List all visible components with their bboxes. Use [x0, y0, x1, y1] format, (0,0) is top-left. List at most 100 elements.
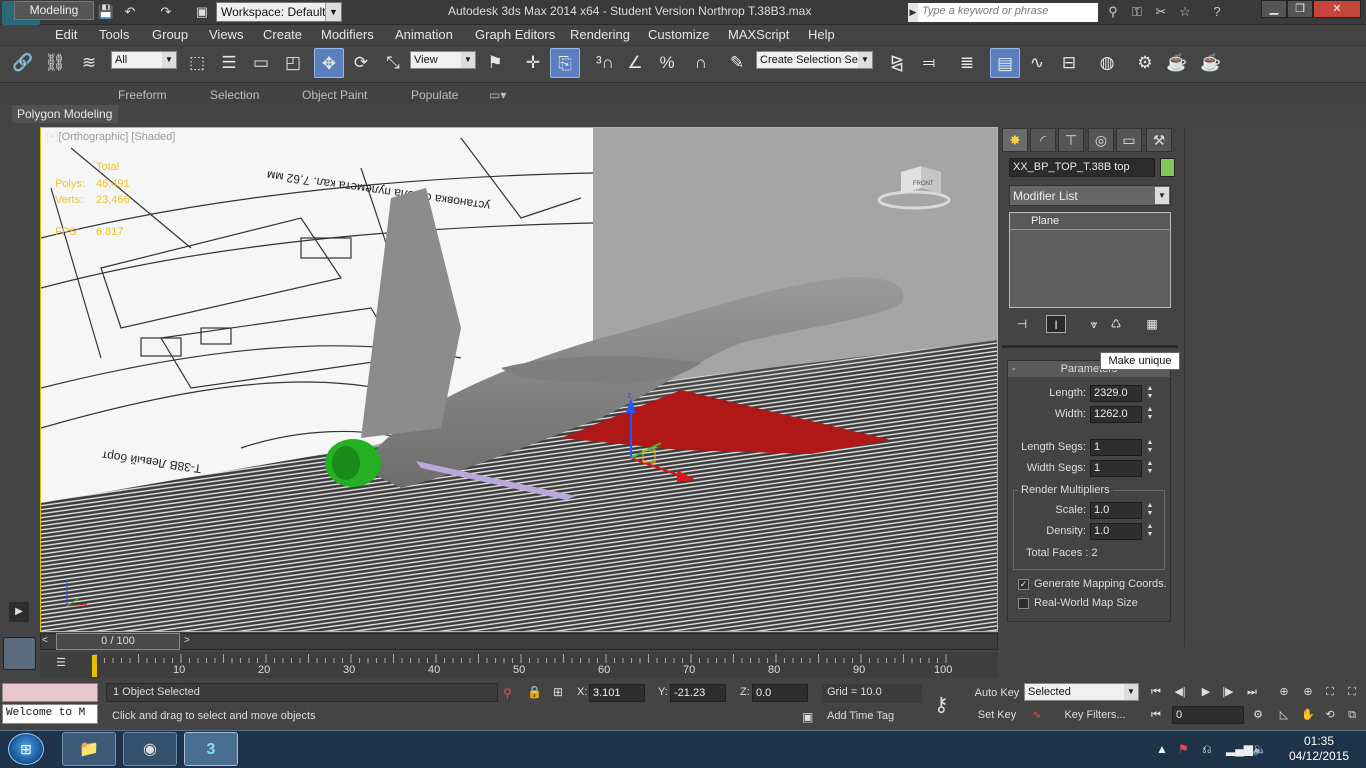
help-icon[interactable]: ?: [1206, 2, 1228, 22]
3ds-max-taskbar-icon[interactable]: 3: [184, 732, 238, 766]
utilities-tab-icon[interactable]: ⚒: [1146, 128, 1172, 152]
x-coordinate-field[interactable]: 3.101: [589, 684, 645, 702]
length-segs-spinner[interactable]: ▲ ▼: [1145, 439, 1155, 456]
menu-animation[interactable]: Animation: [395, 27, 453, 42]
snaps-toggle-icon[interactable]: ³∩: [590, 48, 620, 78]
pivot-center-icon[interactable]: ⚑: [480, 48, 510, 78]
mirror-icon[interactable]: ⧎: [882, 48, 912, 78]
next-frame-button-icon[interactable]: |▶: [1218, 683, 1238, 701]
zoom-extents-all-icon[interactable]: ⛶: [1342, 683, 1362, 701]
manipulate-icon[interactable]: ✛: [518, 48, 548, 78]
time-slider-thumb[interactable]: 0 / 100: [56, 633, 180, 650]
tab-freeform[interactable]: Freeform: [118, 88, 167, 102]
density-spinner[interactable]: ▲ ▼: [1145, 523, 1155, 540]
minimize-button[interactable]: ▁: [1261, 0, 1287, 18]
tab-object-paint[interactable]: Object Paint: [302, 88, 367, 102]
object-color-swatch[interactable]: [1160, 158, 1175, 177]
lock-selection-icon[interactable]: 🔒: [527, 685, 542, 699]
schematic-view-icon[interactable]: ⊟: [1054, 48, 1084, 78]
select-and-move-icon[interactable]: ✥: [314, 48, 344, 78]
time-tag-icon[interactable]: ▣: [802, 710, 813, 724]
menu-tools[interactable]: Tools: [99, 27, 129, 42]
bind-space-warp-icon[interactable]: ≋: [74, 48, 104, 78]
tools-icon[interactable]: ✂: [1150, 2, 1172, 22]
field-of-view-icon[interactable]: ◺: [1274, 706, 1294, 724]
zoom-extents-icon[interactable]: ⛶: [1320, 683, 1340, 701]
zoom-icon[interactable]: ⊕: [1274, 683, 1294, 701]
unlink-icon[interactable]: ⛓: [40, 48, 70, 78]
polygon-modeling-panel[interactable]: Polygon Modeling: [12, 105, 118, 123]
zoom-all-icon[interactable]: ⊕: [1298, 683, 1318, 701]
go-to-start-icon[interactable]: ⏮: [1146, 683, 1166, 701]
workspace-dropdown[interactable]: Workspace: Default ▼: [216, 2, 342, 22]
binoculars-icon[interactable]: ⚲: [1102, 2, 1124, 22]
make-unique-icon[interactable]: ⩔: [1084, 315, 1104, 333]
undo-icon[interactable]: ↶: [120, 3, 140, 21]
link-icon[interactable]: 🔗: [8, 48, 38, 78]
search-expand-icon[interactable]: ▶: [908, 3, 918, 22]
generate-mapping-checkbox[interactable]: ✓: [1018, 579, 1029, 590]
key-mode-toggle-icon[interactable]: ⏮: [1146, 706, 1166, 724]
modify-tab-icon[interactable]: ◜: [1030, 128, 1056, 152]
rectangular-selection-icon[interactable]: ▭: [246, 48, 276, 78]
key-icon[interactable]: ⚿: [1126, 2, 1148, 22]
volume-icon[interactable]: 🔈: [1252, 742, 1267, 756]
scale-spinner[interactable]: ▲ ▼: [1145, 502, 1155, 519]
percent-snap-icon[interactable]: %: [652, 48, 682, 78]
pin-stack-icon[interactable]: ⊣: [1012, 315, 1032, 333]
density-field[interactable]: 1.0: [1090, 523, 1142, 540]
orbit-icon[interactable]: ⟲: [1320, 706, 1340, 724]
signal-icon[interactable]: ▂▄▆: [1226, 742, 1253, 756]
maxscript-mini-listener[interactable]: [2, 683, 98, 702]
object-name-field[interactable]: XX_BP_TOP_T.38B top: [1009, 158, 1155, 177]
width-field[interactable]: 1262.0: [1090, 406, 1142, 423]
width-segs-spinner[interactable]: ▲ ▼: [1145, 460, 1155, 477]
tab-modeling[interactable]: Modeling: [14, 1, 94, 20]
modifier-list-dropdown[interactable]: Modifier List ▼: [1009, 185, 1171, 206]
menu-edit[interactable]: Edit: [55, 27, 77, 42]
next-frame-icon[interactable]: >: [184, 635, 190, 646]
select-and-rotate-icon[interactable]: ⟳: [346, 48, 376, 78]
named-selection-set-dropdown[interactable]: Create Selection Se ▼: [756, 51, 873, 69]
curve-editor-icon[interactable]: ∿: [1022, 48, 1052, 78]
create-tab-icon[interactable]: ✸: [1002, 128, 1028, 152]
network-icon[interactable]: ⎌: [1202, 742, 1212, 757]
go-to-end-icon[interactable]: ⏭: [1242, 683, 1262, 701]
menu-rendering[interactable]: Rendering: [570, 27, 630, 42]
z-coordinate-field[interactable]: 0.0: [752, 684, 808, 702]
redo-icon[interactable]: ↷: [156, 3, 176, 21]
maximize-viewport-icon[interactable]: ⧉: [1342, 706, 1362, 724]
spinner-snap-icon[interactable]: ∩: [686, 48, 716, 78]
width-spinner[interactable]: ▲ ▼: [1145, 406, 1155, 423]
prev-frame-icon[interactable]: <: [42, 635, 48, 646]
time-configuration-icon[interactable]: ⚙: [1248, 706, 1268, 724]
select-by-name-icon[interactable]: ☰: [214, 48, 244, 78]
auto-key-button[interactable]: Auto Key: [972, 684, 1022, 702]
edit-named-selection-icon[interactable]: ✎: [722, 48, 752, 78]
display-tab-icon[interactable]: ▭: [1116, 128, 1142, 152]
maximize-button[interactable]: ❐: [1287, 0, 1313, 18]
play-icon[interactable]: ▶: [1196, 683, 1216, 701]
set-key-button[interactable]: Set Key: [972, 706, 1022, 724]
select-object-icon[interactable]: ⬚: [182, 48, 212, 78]
select-and-scale-icon[interactable]: ⤡: [378, 48, 408, 78]
menu-group[interactable]: Group: [152, 27, 188, 42]
key-selection-dropdown[interactable]: Selected ▼: [1024, 683, 1139, 701]
close-button[interactable]: ✕: [1313, 0, 1361, 18]
window-crossing-icon[interactable]: ◰: [278, 48, 308, 78]
motion-tab-icon[interactable]: ◎: [1088, 128, 1114, 152]
absolute-mode-icon[interactable]: ⊞: [553, 685, 563, 699]
render-setup-icon[interactable]: ⚙: [1130, 48, 1160, 78]
project-folder-icon[interactable]: ▣: [192, 3, 212, 21]
configure-modifier-sets-icon[interactable]: ▦: [1142, 315, 1162, 333]
scale-field[interactable]: 1.0: [1090, 502, 1142, 519]
maxscript-output[interactable]: Welcome to M: [2, 704, 98, 724]
align-icon[interactable]: ⫤: [914, 48, 944, 78]
key-filters-button[interactable]: Key Filters...: [1052, 706, 1138, 724]
search-input[interactable]: Type a keyword or phrase: [918, 3, 1098, 22]
stack-item-plane[interactable]: Plane: [1011, 214, 1169, 230]
length-field[interactable]: 2329.0: [1090, 385, 1142, 402]
current-frame-field[interactable]: 0: [1172, 706, 1244, 724]
reference-coordinate-dropdown[interactable]: View ▼: [410, 51, 476, 69]
ribbon-options-icon[interactable]: ▭▾: [489, 88, 506, 102]
